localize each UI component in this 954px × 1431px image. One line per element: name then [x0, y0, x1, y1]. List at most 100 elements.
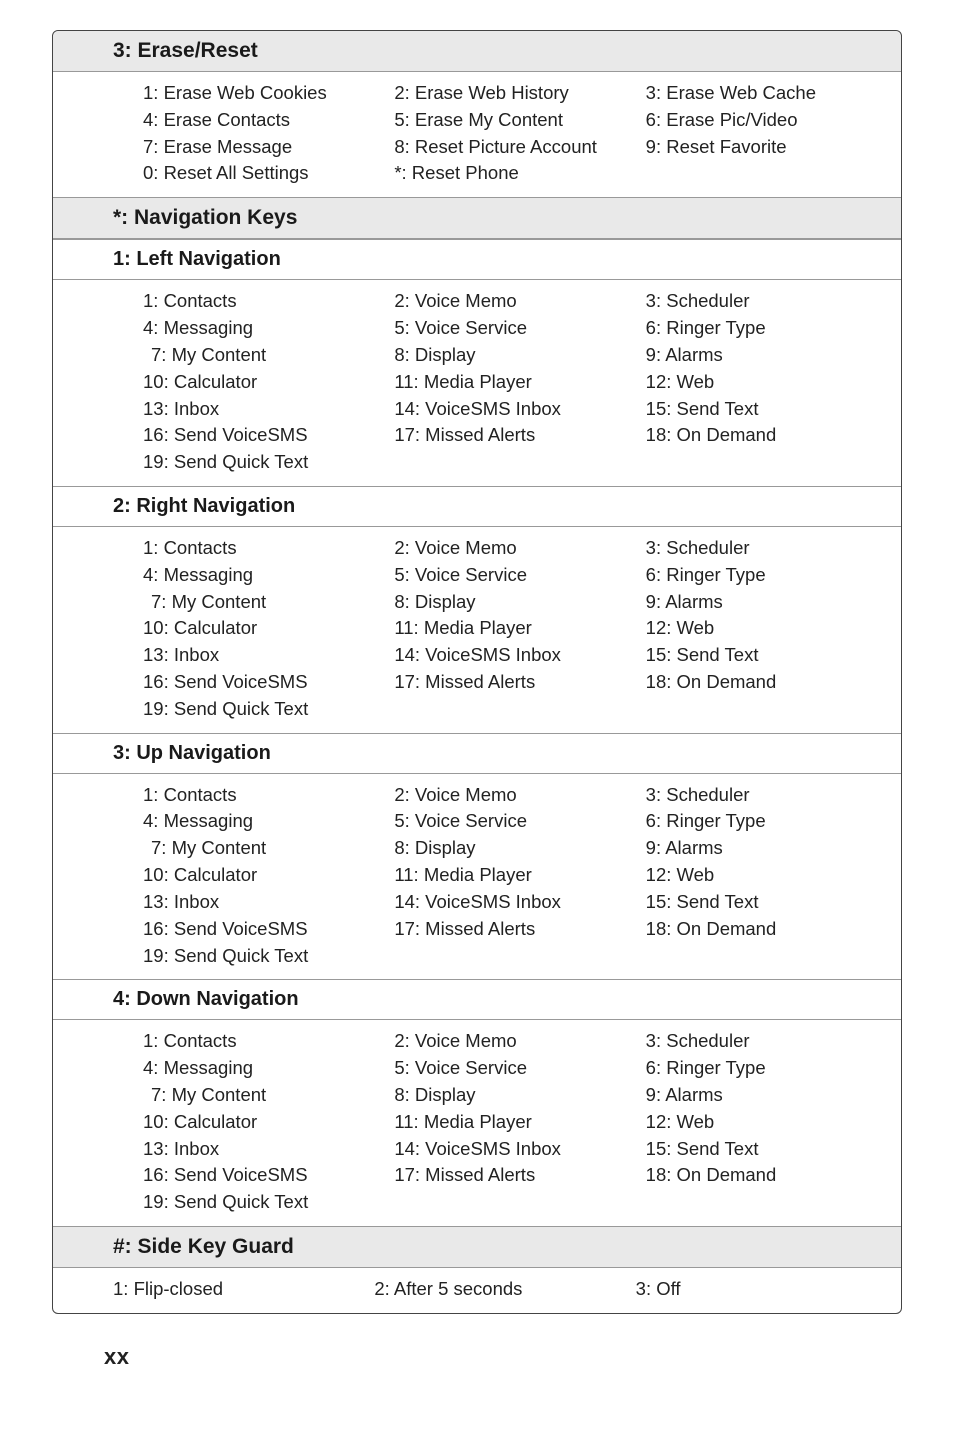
col2: 2: Voice Memo 5: Voice Service 8: Displa…: [394, 782, 637, 970]
list-item: 9: Alarms: [646, 589, 889, 616]
list-item: 14: VoiceSMS Inbox: [394, 889, 637, 916]
list-item: 17: Missed Alerts: [394, 422, 637, 449]
list-item: 17: Missed Alerts: [394, 1162, 637, 1189]
list-item: 2: Voice Memo: [394, 1028, 637, 1055]
section-erase-reset: 3: Erase/Reset: [53, 31, 901, 72]
list-item: 19: Send Quick Text: [143, 449, 386, 476]
erase-reset-items: 1: Erase Web Cookies 4: Erase Contacts 7…: [53, 72, 901, 197]
list-item: 16: Send VoiceSMS: [143, 422, 386, 449]
list-item: 1: Contacts: [143, 288, 386, 315]
right-nav-items: 1: Contacts 4: Messaging 7: My Content 1…: [53, 527, 901, 733]
list-item: 2: Erase Web History: [394, 80, 637, 107]
list-item: 9: Alarms: [646, 1082, 889, 1109]
list-item: 1: Contacts: [143, 535, 386, 562]
col2: 2: Erase Web History 5: Erase My Content…: [394, 80, 637, 187]
list-item: 2: Voice Memo: [394, 782, 637, 809]
col3: 3: Off: [636, 1276, 889, 1303]
list-item: 19: Send Quick Text: [143, 1189, 386, 1216]
sub-up-navigation: 3: Up Navigation: [53, 733, 901, 774]
list-item: 10: Calculator: [143, 369, 386, 396]
list-item: 0: Reset All Settings: [143, 160, 386, 187]
list-item: 4: Messaging: [143, 808, 386, 835]
list-item: 3: Off: [636, 1276, 889, 1303]
list-item: *: Reset Phone: [394, 160, 637, 187]
list-item: 6: Ringer Type: [646, 1055, 889, 1082]
list-item: 8: Reset Picture Account: [394, 134, 637, 161]
list-item: 17: Missed Alerts: [394, 669, 637, 696]
list-item: 14: VoiceSMS Inbox: [394, 396, 637, 423]
col1: 1: Contacts 4: Messaging 7: My Content 1…: [143, 535, 386, 723]
list-item: 3: Scheduler: [646, 288, 889, 315]
section-side-key-guard: #: Side Key Guard: [53, 1226, 901, 1268]
list-item: 12: Web: [646, 369, 889, 396]
list-item: 2: Voice Memo: [394, 535, 637, 562]
col3: 3: Erase Web Cache 6: Erase Pic/Video 9:…: [646, 80, 889, 187]
list-item: 13: Inbox: [143, 396, 386, 423]
list-item: 11: Media Player: [394, 615, 637, 642]
list-item: 7: My Content: [143, 835, 386, 862]
list-item: 7: My Content: [143, 589, 386, 616]
list-item: 3: Scheduler: [646, 1028, 889, 1055]
list-item: 5: Voice Service: [394, 808, 637, 835]
col2: 2: Voice Memo 5: Voice Service 8: Displa…: [394, 288, 637, 476]
list-item: 13: Inbox: [143, 889, 386, 916]
list-item: 6: Ringer Type: [646, 315, 889, 342]
list-item: 10: Calculator: [143, 1109, 386, 1136]
list-item: 12: Web: [646, 1109, 889, 1136]
list-item: 16: Send VoiceSMS: [143, 1162, 386, 1189]
list-item: 18: On Demand: [646, 916, 889, 943]
page: 3: Erase/Reset 1: Erase Web Cookies 4: E…: [0, 0, 954, 1400]
col3: 3: Scheduler 6: Ringer Type 9: Alarms 12…: [646, 1028, 889, 1216]
list-item: 11: Media Player: [394, 1109, 637, 1136]
list-item: 11: Media Player: [394, 369, 637, 396]
list-item: 5: Voice Service: [394, 562, 637, 589]
list-item: 9: Alarms: [646, 835, 889, 862]
list-item: 15: Send Text: [646, 889, 889, 916]
list-item: 8: Display: [394, 1082, 637, 1109]
list-item: 15: Send Text: [646, 642, 889, 669]
list-item: 5: Erase My Content: [394, 107, 637, 134]
list-item: 19: Send Quick Text: [143, 696, 386, 723]
col1: 1: Contacts 4: Messaging 7: My Content 1…: [143, 782, 386, 970]
page-number: xx: [52, 1314, 902, 1370]
list-item: 12: Web: [646, 615, 889, 642]
list-item: 4: Messaging: [143, 315, 386, 342]
down-nav-items: 1: Contacts 4: Messaging 7: My Content 1…: [53, 1020, 901, 1226]
col1: 1: Flip-closed: [113, 1276, 366, 1303]
list-item: 16: Send VoiceSMS: [143, 669, 386, 696]
list-item: 17: Missed Alerts: [394, 916, 637, 943]
list-item: 1: Contacts: [143, 782, 386, 809]
section-navigation-keys: *: Navigation Keys: [53, 197, 901, 239]
list-item: 19: Send Quick Text: [143, 943, 386, 970]
list-item: 10: Calculator: [143, 862, 386, 889]
list-item: 3: Scheduler: [646, 782, 889, 809]
list-item: 5: Voice Service: [394, 1055, 637, 1082]
col2: 2: Voice Memo 5: Voice Service 8: Displa…: [394, 1028, 637, 1216]
col3: 3: Scheduler 6: Ringer Type 9: Alarms 12…: [646, 535, 889, 723]
col3: 3: Scheduler 6: Ringer Type 9: Alarms 12…: [646, 288, 889, 476]
list-item: 3: Erase Web Cache: [646, 80, 889, 107]
list-item: 9: Alarms: [646, 342, 889, 369]
col3: 3: Scheduler 6: Ringer Type 9: Alarms 12…: [646, 782, 889, 970]
list-item: 2: Voice Memo: [394, 288, 637, 315]
list-item: 6: Erase Pic/Video: [646, 107, 889, 134]
up-nav-items: 1: Contacts 4: Messaging 7: My Content 1…: [53, 774, 901, 980]
list-item: 15: Send Text: [646, 396, 889, 423]
col2: 2: Voice Memo 5: Voice Service 8: Displa…: [394, 535, 637, 723]
list-item: 8: Display: [394, 589, 637, 616]
list-item: 11: Media Player: [394, 862, 637, 889]
list-item: 4: Messaging: [143, 1055, 386, 1082]
col2: 2: After 5 seconds: [374, 1276, 627, 1303]
left-nav-items: 1: Contacts 4: Messaging 7: My Content 1…: [53, 280, 901, 486]
list-item: 14: VoiceSMS Inbox: [394, 642, 637, 669]
list-item: 6: Ringer Type: [646, 562, 889, 589]
list-item: 16: Send VoiceSMS: [143, 916, 386, 943]
content-table: 3: Erase/Reset 1: Erase Web Cookies 4: E…: [52, 30, 902, 1314]
sub-left-navigation: 1: Left Navigation: [53, 239, 901, 280]
list-item: 1: Flip-closed: [113, 1276, 366, 1303]
sub-down-navigation: 4: Down Navigation: [53, 979, 901, 1020]
list-item: 4: Messaging: [143, 562, 386, 589]
list-item: 2: After 5 seconds: [374, 1276, 627, 1303]
list-item: 4: Erase Contacts: [143, 107, 386, 134]
list-item: 18: On Demand: [646, 1162, 889, 1189]
